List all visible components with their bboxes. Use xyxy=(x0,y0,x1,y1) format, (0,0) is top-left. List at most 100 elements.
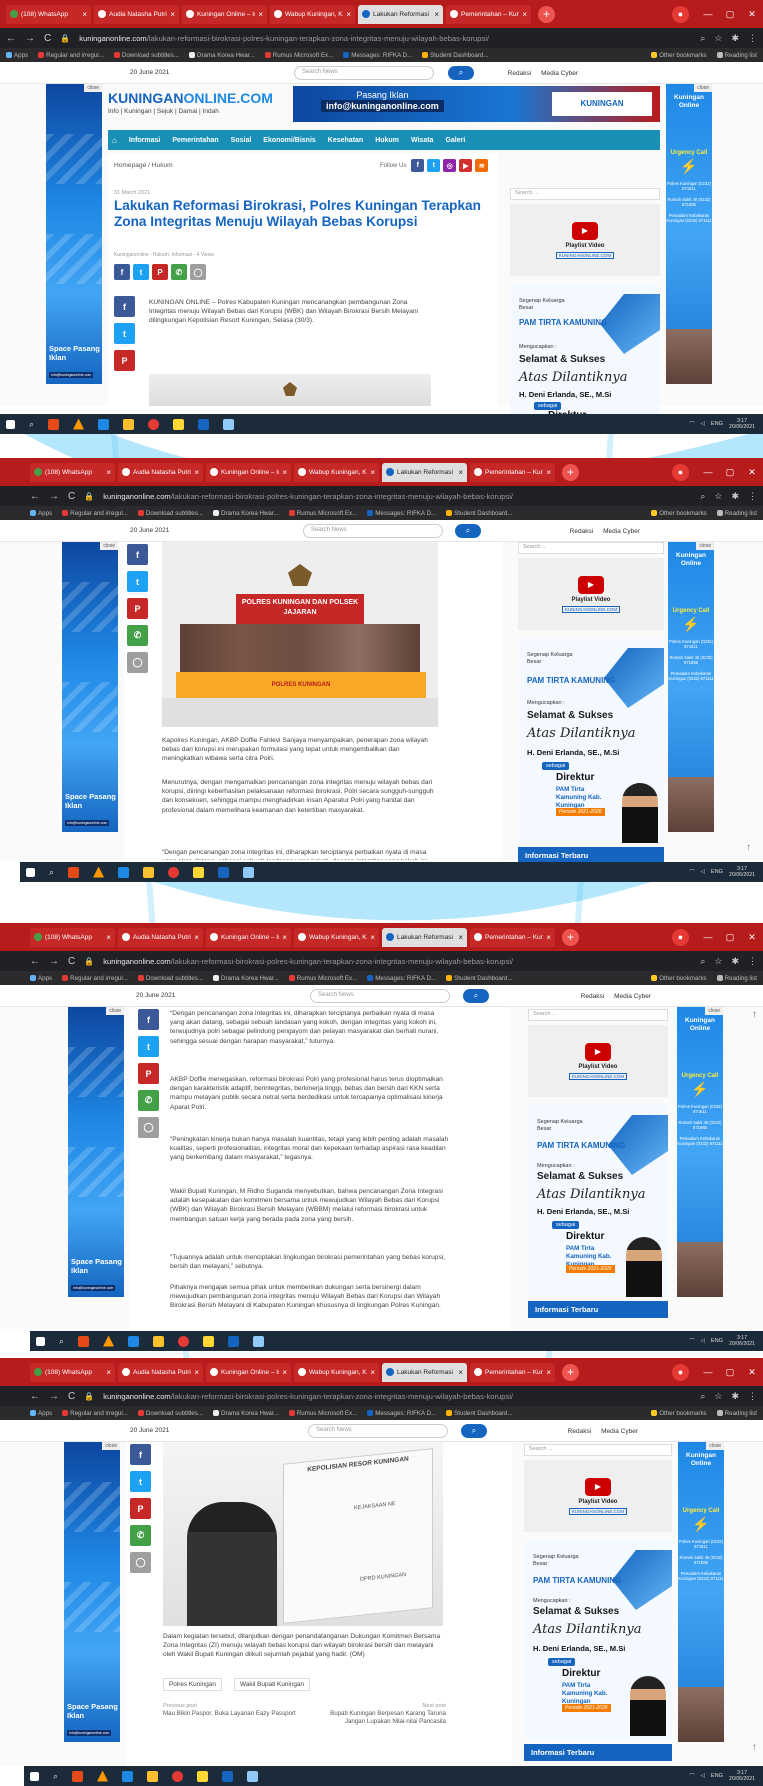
bookmark[interactable]: Regular and irregul... xyxy=(62,1410,128,1417)
bookmark[interactable]: Download subtitles... xyxy=(113,52,179,59)
close-ad-button[interactable]: close xyxy=(102,1442,120,1450)
star-icon[interactable]: ☆ xyxy=(714,491,722,502)
word-icon[interactable] xyxy=(218,866,230,878)
site-search-input[interactable]: Search News xyxy=(294,66,434,80)
reading-list[interactable]: Reading list xyxy=(716,52,757,59)
close-window-icon[interactable]: ✕ xyxy=(741,1358,763,1386)
comment-icon[interactable]: ◯ xyxy=(127,652,148,673)
file-explorer-icon[interactable] xyxy=(153,1335,165,1347)
browser-tab[interactable]: (108) WhatsApp × xyxy=(30,462,115,482)
whatsapp-share-icon[interactable]: ✆ xyxy=(171,264,187,280)
windows-start-icon[interactable] xyxy=(6,419,15,429)
bookmark[interactable]: Drama Korea Hwar... xyxy=(212,1410,279,1417)
profile-icon[interactable]: ● xyxy=(672,463,689,481)
bookmark[interactable]: Regular and irregul... xyxy=(62,975,128,982)
url-field[interactable]: kuninganonline.com/lakukan-reformasi-bir… xyxy=(79,34,691,43)
browser-tab[interactable]: Pemerintahan – Kunin × xyxy=(446,4,531,24)
file-explorer-icon[interactable] xyxy=(147,1770,159,1782)
reload-icon[interactable]: C xyxy=(44,33,51,44)
photos-icon[interactable] xyxy=(253,1335,265,1347)
file-explorer-icon[interactable] xyxy=(123,418,135,430)
language-indicator[interactable]: ENG xyxy=(711,1773,723,1779)
bookmark[interactable]: Messages: RIFKA D... xyxy=(367,1410,436,1417)
back-icon[interactable]: ← xyxy=(30,956,40,967)
site-search-button[interactable]: ⌕ xyxy=(463,989,489,1003)
bookmark[interactable]: Download subtitles... xyxy=(137,1410,203,1417)
bookmark[interactable]: Rumus Microsoft Ex... xyxy=(264,52,333,59)
bookmark[interactable]: Download subtitles... xyxy=(137,510,203,517)
url-field[interactable]: kuninganonline.com/lakukan-reformasi-bir… xyxy=(103,492,691,501)
close-icon[interactable]: × xyxy=(194,468,199,477)
close-icon[interactable]: × xyxy=(370,468,375,477)
link-media-cyber[interactable]: Media Cyber xyxy=(603,528,640,535)
minimize-icon[interactable]: — xyxy=(697,923,719,951)
photos-icon[interactable] xyxy=(223,418,235,430)
instagram-icon[interactable]: ◎ xyxy=(443,159,457,172)
nav-sosial[interactable]: Sosial xyxy=(231,137,252,144)
clock[interactable]: 3:17 20/06/2021 xyxy=(729,866,755,879)
pinterest-share-icon[interactable]: P xyxy=(138,1063,159,1084)
close-icon[interactable]: × xyxy=(170,10,175,19)
rss-icon[interactable]: ≋ xyxy=(475,159,489,172)
right-side-ad[interactable]: close Kuningan Online Urgency Call ⚡ Pol… xyxy=(666,84,712,384)
powerpoint-icon[interactable] xyxy=(68,866,80,878)
close-ad-button[interactable]: close xyxy=(84,84,102,92)
profile-icon[interactable]: ● xyxy=(672,5,689,23)
close-icon[interactable]: × xyxy=(546,933,551,942)
menu-icon[interactable]: ⋮ xyxy=(748,33,757,44)
other-bookmarks[interactable]: Other bookmarks xyxy=(651,975,707,982)
maximize-icon[interactable]: ▢ xyxy=(719,458,741,486)
clock[interactable]: 3:17 20/06/2021 xyxy=(729,1335,755,1348)
sticky-notes-icon[interactable] xyxy=(173,418,185,430)
nav-informasi[interactable]: Informasi xyxy=(129,137,161,144)
powerpoint-icon[interactable] xyxy=(72,1770,84,1782)
playlist-video-widget[interactable]: ▶ Playlist Video KUNINGANONLINE.COM xyxy=(524,1460,672,1532)
sidebar-search-input[interactable]: Search ... xyxy=(510,188,660,200)
bookmark[interactable]: Apps xyxy=(30,1410,52,1417)
tag-polres-kuningan[interactable]: Polres Kuningan xyxy=(163,1678,222,1691)
powerpoint-icon[interactable] xyxy=(48,418,60,430)
new-tab-button[interactable]: + xyxy=(538,5,555,23)
browser-tab[interactable]: Audia Natasha Putri × xyxy=(118,1362,203,1382)
bookmark[interactable]: Rumus Microsoft Ex... xyxy=(288,510,357,517)
close-icon[interactable]: × xyxy=(458,468,463,477)
language-indicator[interactable]: ENG xyxy=(711,421,723,427)
photos-icon[interactable] xyxy=(247,1770,259,1782)
lock-icon[interactable]: 🔒 xyxy=(84,957,94,966)
new-tab-button[interactable]: + xyxy=(562,928,579,946)
chrome-icon[interactable] xyxy=(148,418,160,430)
pinterest-share-icon[interactable]: P xyxy=(114,350,135,371)
close-icon[interactable]: × xyxy=(106,1368,111,1377)
site-logo[interactable]: KUNINGANONLINE.COM Info | Kuningan | Sej… xyxy=(108,90,273,115)
browser-tab[interactable]: Audia Natasha Putri × xyxy=(118,927,203,947)
windows-start-icon[interactable] xyxy=(30,1771,39,1781)
reload-icon[interactable]: C xyxy=(68,1391,75,1402)
file-explorer-icon[interactable] xyxy=(143,866,155,878)
search-icon[interactable]: ⌕ xyxy=(53,1771,58,1782)
breadcrumb-home-label[interactable]: Homepage xyxy=(114,162,146,169)
browser-tab[interactable]: Wabup Kuningan, Ka × xyxy=(294,462,379,482)
volume-icon[interactable]: ◁ xyxy=(701,869,705,875)
menu-icon[interactable]: ⋮ xyxy=(748,1391,757,1402)
profile-icon[interactable]: ● xyxy=(672,1363,689,1381)
bookmark[interactable]: Regular and irregul... xyxy=(62,510,128,517)
link-redaksi[interactable]: Redaksi xyxy=(570,528,593,535)
browser-tab-active[interactable]: Lakukan Reformasi Bi × xyxy=(382,462,467,482)
scroll-up-icon[interactable]: ↑ xyxy=(752,1009,757,1020)
clock[interactable]: 3:17 20/06/2021 xyxy=(729,1770,755,1783)
reload-icon[interactable]: C xyxy=(68,491,75,502)
photos-icon[interactable] xyxy=(243,866,255,878)
lock-icon[interactable]: 🔒 xyxy=(60,34,70,43)
left-side-ad[interactable]: close Space Pasang Iklan info@kuninganon… xyxy=(46,84,102,384)
browser-tab[interactable]: Kuningan Online – Inf × xyxy=(206,1362,291,1382)
site-search-button[interactable]: ⌕ xyxy=(461,1424,487,1438)
profile-icon[interactable]: ● xyxy=(672,928,689,946)
bookmark[interactable]: Messages: RIFKA D... xyxy=(367,975,436,982)
site-search-input[interactable]: Search News xyxy=(310,989,450,1003)
menu-icon[interactable]: ⋮ xyxy=(748,956,757,967)
twitter-icon[interactable]: t xyxy=(427,159,441,172)
sticky-notes-icon[interactable] xyxy=(197,1770,209,1782)
menu-icon[interactable]: ⋮ xyxy=(748,491,757,502)
language-indicator[interactable]: ENG xyxy=(711,869,723,875)
close-icon[interactable]: × xyxy=(522,10,527,19)
